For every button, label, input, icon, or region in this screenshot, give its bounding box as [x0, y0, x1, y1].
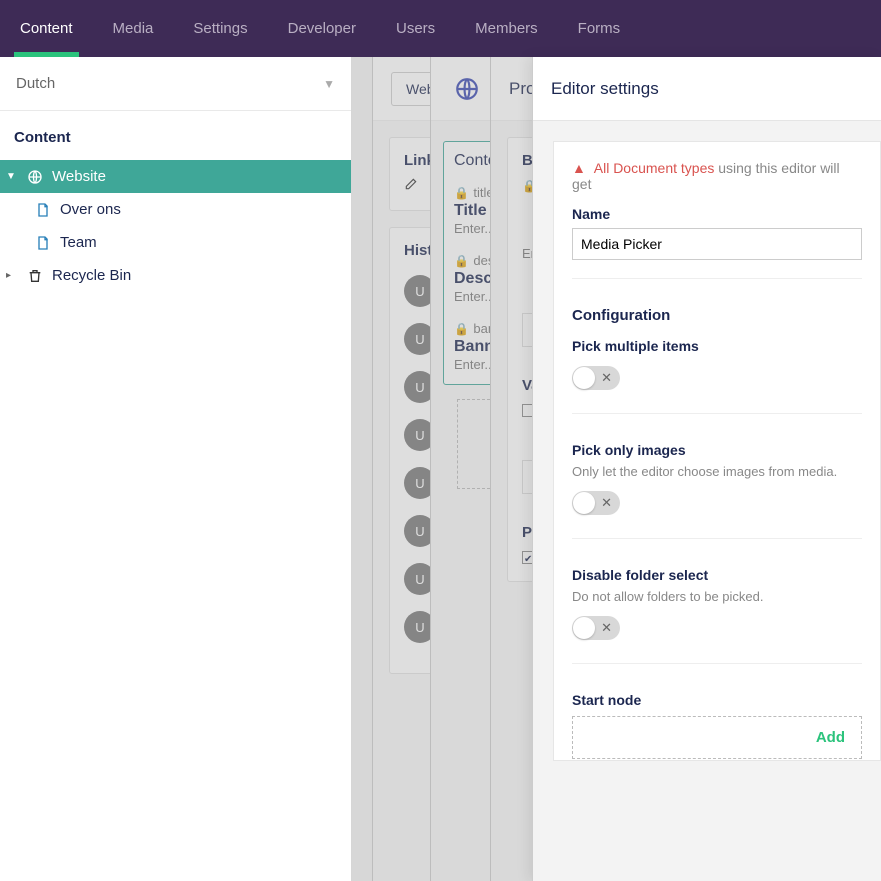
- top-nav: Content Media Settings Developer Users M…: [0, 0, 881, 57]
- sidebar: Dutch ▼ Content ▼ Website Over ons Team …: [0, 57, 352, 881]
- label-pick-multiple: Pick multiple items: [572, 338, 862, 354]
- tree-item-recycle-bin[interactable]: ▸ Recycle Bin: [0, 259, 351, 292]
- sublabel-disable-folder: Do not allow folders to be picked.: [572, 589, 862, 604]
- toggle-pick-multiple[interactable]: ✕: [572, 366, 620, 390]
- sublabel-pick-images: Only let the editor choose images from m…: [572, 464, 862, 479]
- tree-item-team[interactable]: Team: [0, 226, 351, 259]
- tree-item-website[interactable]: ▼ Website: [0, 160, 351, 193]
- language-select[interactable]: Dutch ▼: [0, 57, 351, 111]
- tree-item-label: Website: [52, 168, 106, 185]
- caret-down-icon: ▼: [6, 171, 18, 182]
- nav-users[interactable]: Users: [376, 0, 455, 57]
- label-name: Name: [572, 206, 862, 222]
- trash-icon: [26, 268, 44, 284]
- tree-item-label: Over ons: [60, 201, 121, 218]
- nav-developer[interactable]: Developer: [268, 0, 376, 57]
- globe-icon: [26, 169, 44, 185]
- prop-name: Title: [454, 202, 487, 219]
- label-start-node: Start node: [572, 692, 862, 708]
- lock-icon: 🔒: [454, 186, 469, 200]
- document-icon: [34, 202, 52, 218]
- edit-icon[interactable]: [404, 178, 418, 195]
- nav-media[interactable]: Media: [93, 0, 174, 57]
- panel-editor-settings: Editor settings ▲ All Document types usi…: [532, 57, 881, 881]
- tree-item-label: Recycle Bin: [52, 267, 131, 284]
- toggle-disable-folder[interactable]: ✕: [572, 616, 620, 640]
- lock-icon: 🔒: [454, 254, 469, 268]
- nav-content[interactable]: Content: [0, 0, 93, 57]
- warning-highlight: All Document types: [594, 160, 715, 176]
- label-pick-images: Pick only images: [572, 442, 862, 458]
- name-input[interactable]: [572, 228, 862, 260]
- warning-message: ▲ All Document types using this editor w…: [572, 160, 862, 192]
- panel-title: Editor settings: [551, 79, 659, 99]
- language-label: Dutch: [16, 75, 55, 92]
- tree-item-label: Team: [60, 234, 97, 251]
- document-icon: [34, 235, 52, 251]
- warning-icon: ▲: [572, 160, 586, 176]
- globe-icon: [449, 71, 485, 107]
- tree-item-over-ons[interactable]: Over ons: [0, 193, 351, 226]
- nav-members[interactable]: Members: [455, 0, 558, 57]
- nav-settings[interactable]: Settings: [173, 0, 267, 57]
- close-icon: ✕: [601, 370, 612, 386]
- caret-right-icon: ▸: [6, 270, 18, 281]
- label-disable-folder: Disable folder select: [572, 567, 862, 583]
- section-configuration: Configuration: [572, 307, 862, 324]
- close-icon: ✕: [601, 495, 612, 511]
- close-icon: ✕: [601, 620, 612, 636]
- lock-icon: 🔒: [454, 322, 469, 336]
- add-start-node-button[interactable]: Add: [572, 716, 862, 759]
- toggle-pick-images[interactable]: ✕: [572, 491, 620, 515]
- nav-forms[interactable]: Forms: [558, 0, 641, 57]
- chevron-down-icon: ▼: [323, 77, 335, 91]
- tree-header: Content: [0, 111, 351, 160]
